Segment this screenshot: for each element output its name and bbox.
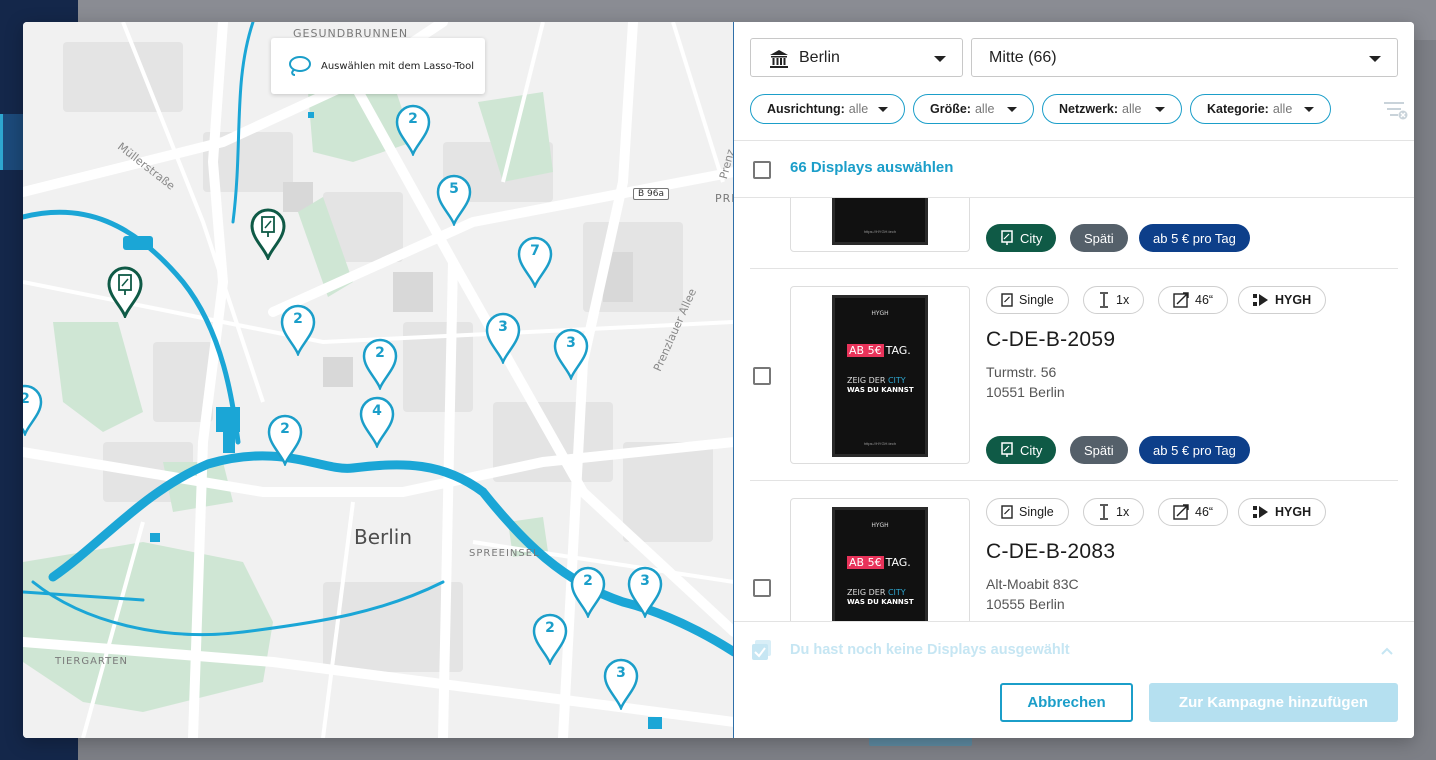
display-zip: 10551 Berlin <box>986 384 1065 400</box>
cluster-marker[interactable]: 2 <box>267 414 303 468</box>
divider <box>734 140 1414 141</box>
cluster-marker[interactable]: 3 <box>603 658 639 712</box>
chevron-down-icon <box>1007 107 1017 112</box>
chevron-down-icon <box>1304 107 1314 112</box>
filter-netzwerk[interactable]: Netzwerk: alle <box>1042 94 1182 124</box>
cluster-marker[interactable]: 2 <box>532 613 568 667</box>
display-thumbnail: https://HYGH.tech <box>790 198 970 252</box>
map-label-berlin: Berlin <box>354 525 413 549</box>
cluster-marker[interactable]: 3 <box>553 328 589 382</box>
filter-ausrichtung[interactable]: Ausrichtung: alle <box>750 94 905 124</box>
cluster-marker[interactable]: 5 <box>436 174 472 228</box>
map-label-spreeinsel: SPREEINSEL <box>469 548 540 559</box>
spec-type: Single <box>986 498 1069 526</box>
item-divider <box>750 268 1398 269</box>
cluster-marker[interactable]: 3 <box>485 312 521 366</box>
district-select[interactable]: Mitte (66) <box>971 38 1398 77</box>
tag-city: City <box>986 436 1057 464</box>
map-label-pre: PRE <box>715 192 733 205</box>
diagonal-size-icon <box>1173 292 1189 308</box>
filter-clear-icon[interactable] <box>1384 100 1408 120</box>
cluster-marker[interactable]: 7 <box>517 236 553 290</box>
display-list[interactable]: https://HYGH.tech City Späti ab 5 € pro … <box>734 198 1414 621</box>
display-checkbox[interactable] <box>753 367 771 385</box>
display-selection-modal: GESUNDBRUNNEN Müllerstraße Prenzlauer Al… <box>23 22 1414 738</box>
cluster-marker[interactable]: 3 <box>627 566 663 620</box>
tag-city: City <box>986 224 1057 252</box>
display-code: C-DE-B-2059 <box>986 328 1116 351</box>
display-pin-icon[interactable] <box>107 266 143 318</box>
display-street: Turmstr. 56 <box>986 364 1057 380</box>
display-screen-image: HYGH AB 5€ TAG. ZEIG DER CITY WAS DU KANN… <box>832 507 928 621</box>
spec-network: HYGH <box>1238 286 1327 314</box>
cluster-marker[interactable]: 2 <box>362 338 398 392</box>
cancel-button[interactable]: Abbrechen <box>1000 683 1133 722</box>
tag-spaeti: Späti <box>1070 436 1128 464</box>
display-zip: 10555 Berlin <box>986 596 1065 612</box>
hygh-play-icon <box>1253 294 1268 306</box>
display-icon <box>1001 230 1013 245</box>
select-all-label[interactable]: 66 Displays auswählen <box>790 159 953 176</box>
display-checkbox[interactable] <box>753 579 771 597</box>
map-view[interactable]: GESUNDBRUNNEN Müllerstraße Prenzlauer Al… <box>23 22 734 738</box>
diagonal-size-icon <box>1173 504 1189 520</box>
display-thumbnail: HYGH AB 5€ TAG. ZEIG DER CITY WAS DU KANN… <box>790 498 970 621</box>
tag-price: ab 5 € pro Tag <box>1139 224 1250 252</box>
city-select-value: Berlin <box>799 48 840 66</box>
tag-price: ab 5 € pro Tag <box>1139 436 1250 464</box>
add-to-campaign-button[interactable]: Zur Kampagne hinzufügen <box>1149 683 1398 722</box>
modal-footer: Du hast noch keine Displays ausgewählt A… <box>734 621 1414 738</box>
chevron-down-icon <box>934 56 946 62</box>
display-icon <box>1001 293 1013 307</box>
lasso-label: Auswählen mit dem Lasso-Tool <box>321 60 475 72</box>
selection-status: Du hast noch keine Displays ausgewählt <box>790 642 1070 658</box>
sidebar-active-indicator <box>0 114 24 170</box>
chevron-down-icon <box>1155 107 1165 112</box>
spec-count: 1x <box>1083 286 1145 314</box>
height-icon <box>1100 292 1108 308</box>
item-divider <box>750 480 1398 481</box>
chevron-up-icon[interactable] <box>1380 646 1394 656</box>
display-code: C-DE-B-2083 <box>986 540 1116 563</box>
district-select-value: Mitte (66) <box>989 48 1057 66</box>
cluster-marker[interactable]: 2 <box>570 566 606 620</box>
display-list-panel: Berlin Mitte (66) Ausrichtung: alle Größe… <box>734 22 1414 738</box>
chevron-down-icon <box>1369 56 1381 62</box>
cluster-marker[interactable]: 2 <box>395 104 431 158</box>
spec-size: 46“ <box>1158 498 1229 526</box>
display-thumbnail: HYGH AB 5€ TAG. ZEIG DER CITY WAS DU KANN… <box>790 286 970 464</box>
cluster-marker[interactable]: 4 <box>359 396 395 450</box>
display-pin-icon[interactable] <box>250 208 286 260</box>
display-screen-image: https://HYGH.tech <box>832 198 928 245</box>
spec-type: Single <box>986 286 1069 314</box>
chevron-down-icon <box>878 107 888 112</box>
display-icon <box>1001 505 1013 519</box>
city-select[interactable]: Berlin <box>750 38 963 77</box>
landmark-icon <box>770 50 788 68</box>
filter-groesse[interactable]: Größe: alle <box>913 94 1034 124</box>
spec-size: 46“ <box>1158 286 1229 314</box>
cluster-marker[interactable]: 2 <box>280 304 316 358</box>
lasso-tool-button[interactable]: Auswählen mit dem Lasso-Tool <box>271 38 485 94</box>
spec-count: 1x <box>1083 498 1145 526</box>
height-icon <box>1100 504 1108 520</box>
display-icon <box>1001 442 1013 457</box>
spec-network: HYGH <box>1238 498 1327 526</box>
checklist-icon <box>752 640 771 660</box>
hygh-play-icon <box>1253 506 1268 518</box>
map-label-tiergarten: TIERGARTEN <box>55 656 129 667</box>
filter-kategorie[interactable]: Kategorie: alle <box>1190 94 1331 124</box>
display-screen-image: HYGH AB 5€ TAG. ZEIG DER CITY WAS DU KANN… <box>832 295 928 457</box>
select-all-checkbox[interactable] <box>753 161 771 179</box>
tag-spaeti: Späti <box>1070 224 1128 252</box>
cluster-marker[interactable]: 2 <box>23 384 43 438</box>
route-badge: B 96a <box>633 188 670 200</box>
lasso-icon <box>289 56 311 76</box>
display-street: Alt-Moabit 83C <box>986 576 1079 592</box>
